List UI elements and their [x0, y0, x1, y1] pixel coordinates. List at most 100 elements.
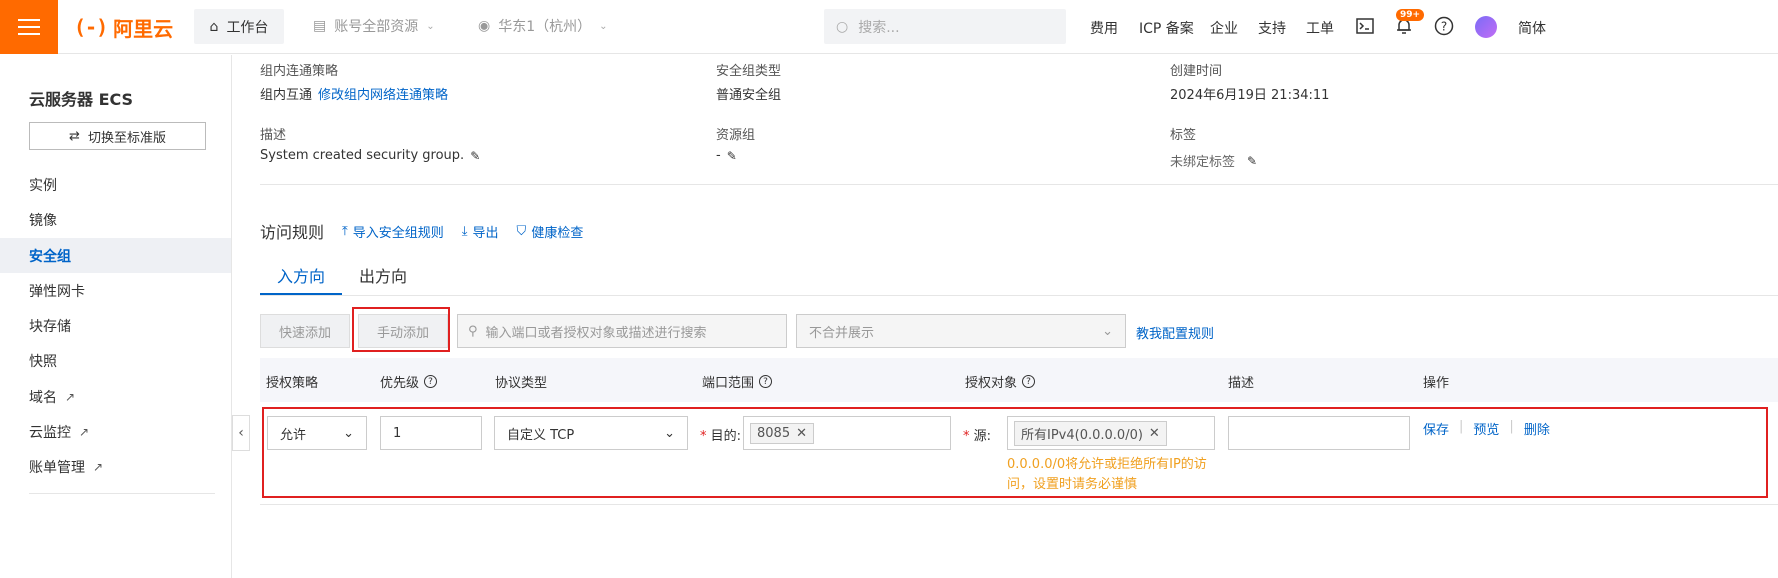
chevron-down-icon: ⌄: [1102, 323, 1113, 339]
sidebar-item-label: 实例: [29, 177, 57, 194]
nav-link-ticket[interactable]: 工单: [1306, 18, 1334, 38]
top-bar: (-) 阿里云 ⌂ 工作台 ▤ 账号全部资源 ⌄ ◉ 华东1（杭州） ⌄ ○ 搜…: [0, 0, 1778, 54]
rules-search-input[interactable]: ⚲ 输入端口或者授权对象或描述进行搜索: [457, 314, 787, 348]
sidebar-item-label: 云监控: [29, 424, 71, 441]
auth-object-header-label: 授权对象: [965, 376, 1018, 391]
server-icon: ▤: [313, 18, 327, 34]
config-guide-link[interactable]: 教我配置规则: [1136, 323, 1214, 342]
logo-text: 阿里云: [113, 16, 174, 41]
sidebar-item-label: 域名: [29, 389, 57, 406]
edit-tags-icon[interactable]: ✎: [1247, 154, 1257, 168]
column-header-actions: 操作: [1423, 376, 1450, 391]
account-dropdown-label: 账号全部资源: [334, 19, 419, 35]
nav-link-support[interactable]: 支持: [1258, 18, 1286, 38]
search-icon: ○: [836, 18, 849, 35]
sidebar-item-images[interactable]: 镜像: [0, 202, 231, 237]
sidebar-item-label: 安全组: [29, 248, 71, 265]
merge-select-value: 不合并展示: [809, 325, 875, 341]
section-divider: [260, 184, 1778, 185]
sidebar-item-label: 块存储: [29, 318, 71, 335]
column-header-priority: 优先级?: [380, 372, 438, 391]
tags-text: 未绑定标签: [1170, 155, 1236, 170]
sg-type-label: 安全组类型: [716, 64, 782, 79]
resource-group-text: -: [716, 148, 721, 163]
sidebar-item-cloudmonitor[interactable]: 云监控 ↗: [0, 414, 231, 449]
sidebar-title: 云服务器 ECS: [29, 90, 134, 109]
external-link-icon: ↗: [93, 459, 104, 474]
sidebar-item-billing[interactable]: 账单管理 ↗: [0, 449, 231, 484]
aliyun-logo[interactable]: (-) 阿里云: [74, 15, 174, 41]
language-switch[interactable]: 简体: [1518, 18, 1546, 38]
created-time-value: 2024年6月19日 21:34:11: [1170, 88, 1330, 103]
import-rules-link[interactable]: ⤒ 导入安全组规则: [342, 222, 444, 241]
direction-tabs: 入方向 出方向: [260, 258, 424, 296]
modify-intra-policy-link[interactable]: 修改组内网络连通策略: [318, 84, 448, 103]
shield-check-icon: ⛉: [516, 223, 527, 239]
nav-link-enterprise[interactable]: 企业: [1210, 18, 1238, 38]
created-time-label: 创建时间: [1170, 64, 1223, 79]
nav-link-billing[interactable]: 费用: [1090, 18, 1118, 38]
region-dropdown[interactable]: ◉ 华东1（杭州） ⌄: [478, 16, 608, 36]
account-resource-dropdown[interactable]: ▤ 账号全部资源 ⌄: [313, 16, 435, 36]
sg-type-value: 普通安全组: [716, 88, 782, 103]
health-check-link[interactable]: ⛉ 健康检查: [517, 222, 584, 241]
intra-policy-text: 组内互通: [260, 88, 313, 103]
rules-table-header: 授权策略 优先级? 协议类型 端口范围? 授权对象? 描述 操作: [260, 358, 1778, 402]
tabs-underline: [260, 295, 1778, 296]
description-value: System created security group. ✎: [260, 148, 480, 163]
rules-title: 访问规则: [260, 223, 325, 242]
help-icon[interactable]: ?: [759, 375, 773, 388]
description-text: System created security group.: [260, 148, 465, 163]
priority-header-label: 优先级: [380, 376, 420, 391]
sidebar-item-snapshots[interactable]: 快照: [0, 343, 231, 378]
upload-icon: ⤒: [342, 223, 348, 239]
import-rules-label: 导入安全组规则: [352, 225, 444, 241]
collapse-sidebar-icon[interactable]: ‹: [232, 415, 250, 451]
sidebar-item-security-groups[interactable]: 安全组: [0, 238, 231, 273]
global-search-input[interactable]: ○ 搜索...: [824, 9, 1066, 44]
notification-badge: 99+: [1396, 9, 1425, 21]
column-header-auth-object: 授权对象?: [965, 372, 1036, 391]
highlight-box-edit-row: [262, 407, 1768, 498]
home-icon: ⌂: [209, 18, 219, 35]
edit-resource-group-icon[interactable]: ✎: [727, 149, 737, 163]
svg-text:?: ?: [1441, 20, 1447, 34]
sidebar-item-block-storage[interactable]: 块存储: [0, 308, 231, 343]
logo-mark: (-): [74, 15, 108, 39]
rules-header: 访问规则 ⤒ 导入安全组规则 ⤓ 导出 ⛉ 健康检查: [260, 219, 583, 243]
export-label: 导出: [472, 225, 499, 241]
nav-link-icp[interactable]: ICP 备案: [1139, 18, 1194, 38]
sidebar-item-label: 快照: [29, 353, 57, 370]
health-check-label: 健康检查: [531, 225, 584, 241]
user-avatar[interactable]: [1475, 16, 1497, 38]
description-label: 描述: [260, 128, 287, 143]
tab-inbound[interactable]: 入方向: [260, 258, 342, 296]
tab-outbound[interactable]: 出方向: [342, 258, 424, 296]
terminal-icon[interactable]: [1354, 15, 1376, 37]
tags-label: 标签: [1170, 128, 1197, 143]
quick-add-button[interactable]: 快速添加: [260, 314, 350, 348]
help-icon[interactable]: ?: [1433, 15, 1455, 37]
workbench-label: 工作台: [226, 19, 269, 36]
sidebar-item-domains[interactable]: 域名 ↗: [0, 379, 231, 414]
edit-description-icon[interactable]: ✎: [470, 149, 480, 163]
help-icon[interactable]: ?: [1022, 375, 1036, 388]
merge-display-select[interactable]: 不合并展示 ⌄: [796, 314, 1126, 348]
region-dropdown-label: 华东1（杭州）: [498, 19, 592, 35]
switch-standard-button[interactable]: ⇄ 切换至标准版: [29, 122, 206, 150]
column-header-protocol: 协议类型: [495, 376, 548, 391]
sidebar-item-label: 弹性网卡: [29, 283, 85, 300]
sidebar-item-eni[interactable]: 弹性网卡: [0, 273, 231, 308]
swap-icon: ⇄: [69, 128, 80, 144]
workbench-button[interactable]: ⌂ 工作台: [194, 9, 284, 44]
hamburger-menu-icon[interactable]: [0, 0, 58, 54]
help-icon[interactable]: ?: [424, 375, 438, 388]
sidebar-item-label: 镜像: [29, 212, 57, 229]
resource-group-label: 资源组: [716, 128, 756, 143]
search-icon: ⚲: [468, 323, 478, 339]
location-icon: ◉: [478, 18, 491, 34]
external-link-icon: ↗: [79, 424, 90, 439]
download-icon: ⤓: [461, 223, 468, 239]
export-link[interactable]: ⤓ 导出: [462, 222, 499, 241]
sidebar-item-instances[interactable]: 实例: [0, 167, 231, 202]
